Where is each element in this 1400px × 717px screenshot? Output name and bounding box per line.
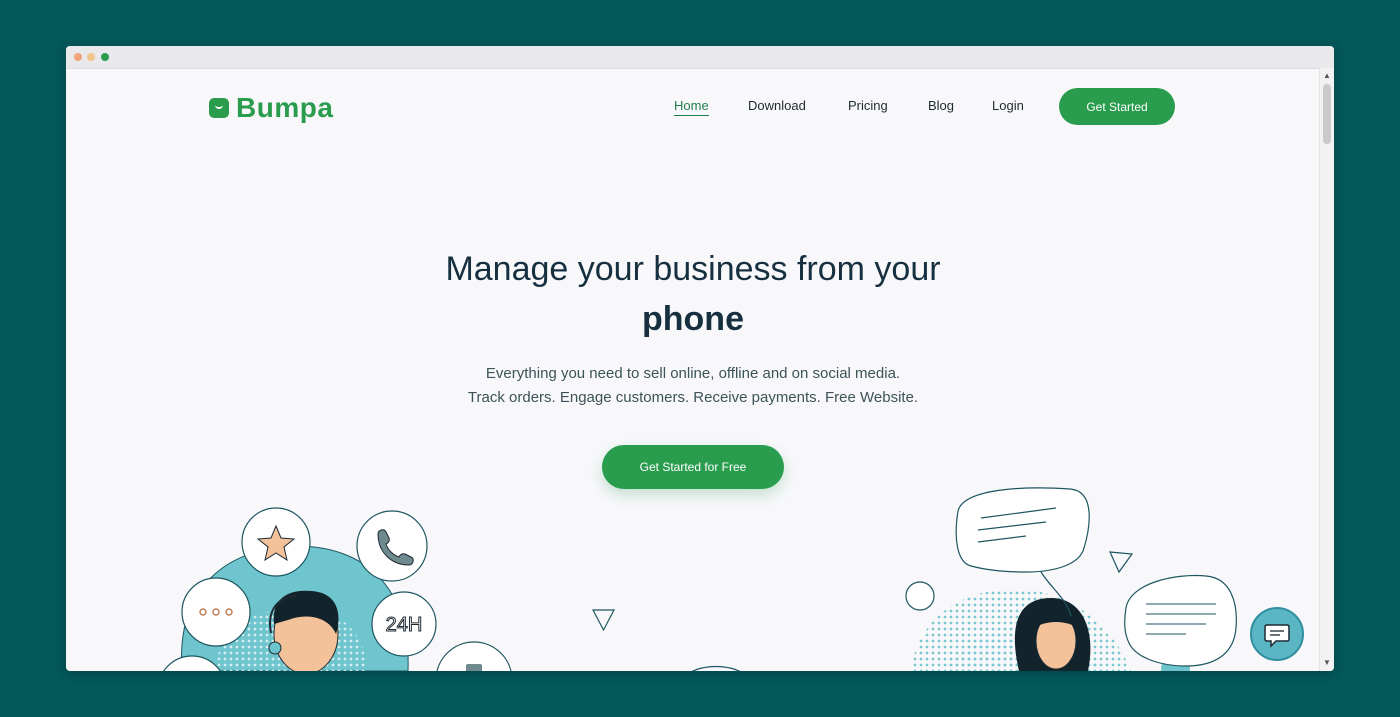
brand-name: Bumpa [236, 92, 334, 123]
badge-24h-text: 24H [386, 614, 423, 636]
page-content: Bumpa Home Download Pricing Blog Login G… [66, 68, 1320, 671]
chat-dots-icon [199, 608, 207, 616]
speech-bubble-large [955, 487, 1090, 617]
badge-24h: 24H [371, 591, 437, 657]
hero-subtitle-line1: Everything you need to sell online, offl… [485, 365, 901, 382]
chat-dots-bubble [181, 577, 251, 647]
hero-title-line1: Manage your business from your [445, 250, 941, 288]
speech-bubble-small [1124, 574, 1237, 667]
scroll-up-arrow-icon[interactable]: ▲ [1320, 70, 1334, 82]
hero-title: Manage your business from your phone [66, 244, 1320, 344]
get-started-button[interactable]: Get Started [1059, 88, 1175, 125]
get-started-free-button[interactable]: Get Started for Free [602, 445, 784, 489]
customer-illustration [911, 588, 1190, 671]
nav-home[interactable]: Home [674, 98, 709, 116]
bag-icon [209, 98, 229, 118]
nav-pricing[interactable]: Pricing [848, 98, 888, 113]
hero-title-line2: phone [642, 300, 744, 338]
phone-bubble [356, 510, 428, 582]
hero-subtitle-line2: Track orders. Engage customers. Receive … [467, 389, 919, 406]
scroll-thumb[interactable] [1323, 84, 1331, 144]
speech-bubble-icon [955, 487, 1090, 573]
nav-download[interactable]: Download [748, 98, 806, 113]
chat-widget-button[interactable] [1250, 607, 1304, 661]
vertical-scrollbar[interactable]: ▲ ▼ [1319, 68, 1334, 671]
triangle-decoration [592, 609, 615, 632]
minimize-window-button[interactable] [87, 53, 95, 61]
hero-subtitle: Everything you need to sell online, offl… [66, 362, 1320, 410]
star-icon [256, 524, 296, 562]
nav-blog[interactable]: Blog [928, 98, 954, 113]
chat-widget-icon [1264, 624, 1290, 648]
browser-window: Bumpa Home Download Pricing Blog Login G… [66, 46, 1334, 671]
phone-icon [377, 529, 414, 566]
maximize-window-button[interactable] [101, 53, 109, 61]
browser-titlebar [66, 46, 1334, 69]
nav-login[interactable]: Login [992, 98, 1024, 113]
star-bubble [241, 507, 311, 577]
brand-logo[interactable]: Bumpa [209, 92, 333, 124]
scroll-down-arrow-icon[interactable]: ▼ [1320, 657, 1334, 669]
close-window-button[interactable] [74, 53, 82, 61]
support-agent-illustration [181, 545, 409, 671]
